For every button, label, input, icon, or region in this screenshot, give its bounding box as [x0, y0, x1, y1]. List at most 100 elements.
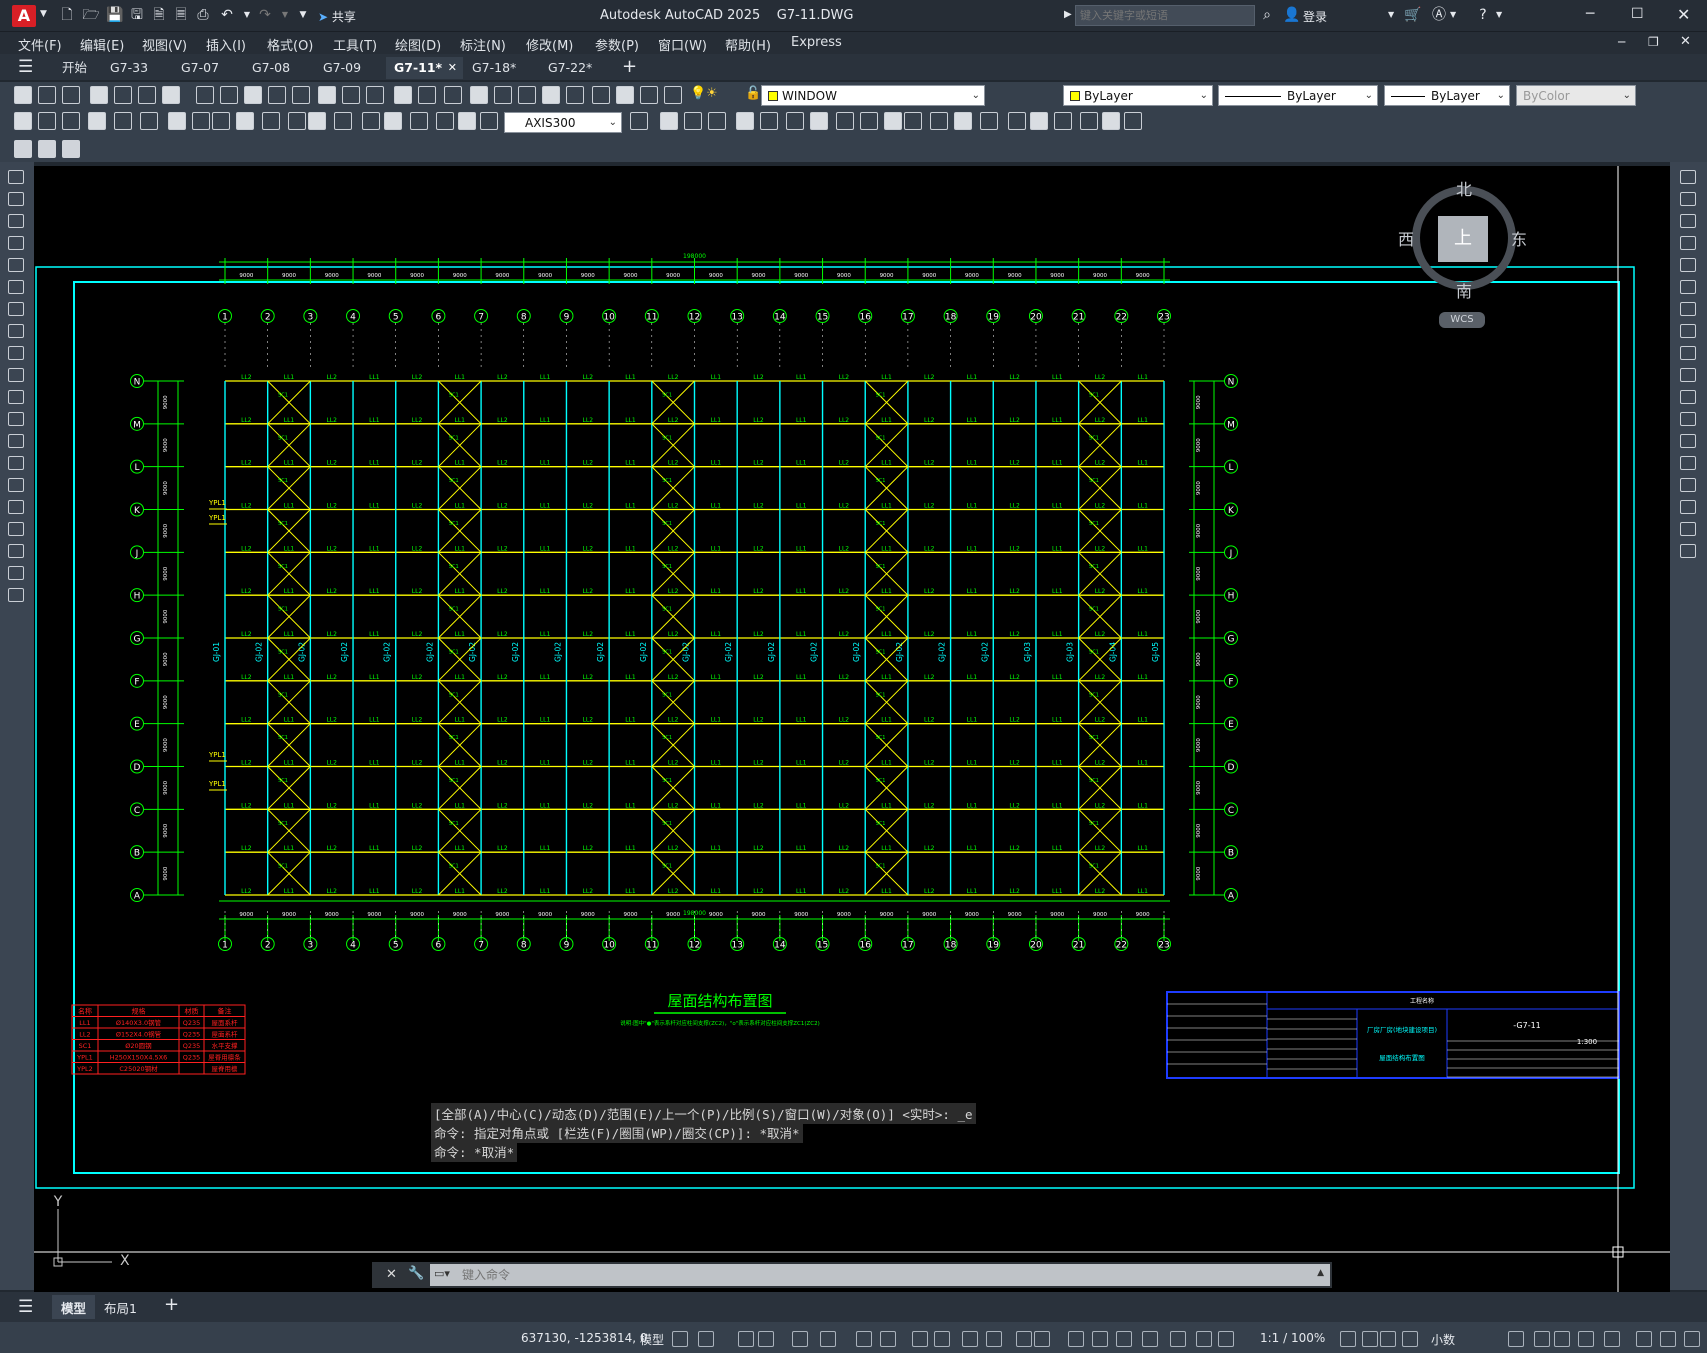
status-toggle-icon[interactable]: [1170, 1331, 1186, 1347]
draw-tool-icon[interactable]: [8, 522, 24, 536]
save-icon[interactable]: 💾: [106, 6, 124, 24]
status-toggle-icon[interactable]: [1142, 1331, 1158, 1347]
tool-icon[interactable]: [760, 112, 778, 130]
draw-tool-icon[interactable]: [8, 346, 24, 360]
draw-tool-icon[interactable]: [8, 544, 24, 558]
tool-icon[interactable]: [168, 112, 186, 130]
tool-icon[interactable]: [884, 112, 902, 130]
undo-dropdown-icon[interactable]: ▼: [238, 6, 256, 24]
status-toggle-icon[interactable]: [1092, 1331, 1108, 1347]
tool-icon[interactable]: [62, 86, 80, 104]
layer-lightbulb-icon[interactable]: 💡: [690, 86, 706, 101]
tool-icon[interactable]: [288, 112, 306, 130]
status-toggle-icon[interactable]: [1660, 1331, 1676, 1347]
express-tool-icon[interactable]: [38, 140, 56, 158]
tool-icon[interactable]: [860, 112, 878, 130]
tool-icon[interactable]: [262, 112, 280, 130]
tool-icon[interactable]: [1054, 112, 1072, 130]
tab-close-icon[interactable]: ✕: [448, 57, 457, 79]
tab-g7-33[interactable]: G7-33: [102, 57, 156, 79]
status-toggle-icon[interactable]: [1402, 1331, 1418, 1347]
tool-icon[interactable]: [394, 86, 412, 104]
new-tab-plus-icon[interactable]: +: [622, 56, 637, 77]
tool-icon[interactable]: [366, 86, 384, 104]
viewcube[interactable]: 上 北 南 西 东 WCS: [1398, 172, 1530, 328]
tool-icon[interactable]: [292, 86, 310, 104]
units-combo[interactable]: 小数: [1431, 1331, 1455, 1348]
tool-icon[interactable]: [930, 112, 948, 130]
status-toggle-icon[interactable]: [1508, 1331, 1524, 1347]
menu-tools[interactable]: 工具(T): [333, 35, 377, 54]
doc-restore-icon[interactable]: ❐: [1648, 35, 1659, 49]
layer-sun-icon[interactable]: ☀: [706, 86, 718, 101]
tab-g7-08[interactable]: G7-08: [244, 57, 298, 79]
tool-icon[interactable]: [114, 86, 132, 104]
tool-icon[interactable]: [542, 86, 560, 104]
status-toggle-icon[interactable]: [1196, 1331, 1212, 1347]
tab-g7-11[interactable]: G7-11* ✕: [386, 57, 463, 79]
menu-dimension[interactable]: 标注(N): [460, 35, 506, 54]
command-input-box[interactable]: ▭▾ ▲: [430, 1264, 1330, 1286]
tool-icon[interactable]: [162, 86, 180, 104]
linetype-combo[interactable]: ByLayer ⌄: [1218, 85, 1378, 106]
wcs-button[interactable]: WCS: [1439, 312, 1485, 328]
tool-icon[interactable]: [268, 86, 286, 104]
open-web-icon[interactable]: 🗎: [150, 6, 168, 24]
tool-icon[interactable]: [708, 112, 726, 130]
menu-insert[interactable]: 插入(I): [206, 35, 246, 54]
tool-icon[interactable]: [444, 86, 462, 104]
menu-format[interactable]: 格式(O): [267, 35, 313, 54]
status-toggle-icon[interactable]: [856, 1331, 872, 1347]
draw-tool-icon[interactable]: [8, 214, 24, 228]
draw-tool-icon[interactable]: [8, 236, 24, 250]
help-dropdown-icon[interactable]: ▼: [1496, 10, 1502, 19]
draw-tool-icon[interactable]: [8, 280, 24, 294]
modify-tool-icon[interactable]: [1680, 434, 1696, 448]
annotation-scale[interactable]: 1:1 / 100%: [1260, 1331, 1325, 1345]
close-icon[interactable]: ✕: [1677, 5, 1690, 24]
modify-tool-icon[interactable]: [1680, 236, 1696, 250]
search-input[interactable]: [1075, 5, 1255, 26]
menu-parametric[interactable]: 参数(P): [595, 35, 639, 54]
modify-tool-icon[interactable]: [1680, 324, 1696, 338]
tool-icon[interactable]: [836, 112, 854, 130]
autodesk-app-icon[interactable]: Ⓐ: [1430, 6, 1448, 24]
command-settings-icon[interactable]: 🔧: [408, 1266, 424, 1281]
cart-icon[interactable]: 🛒: [1404, 6, 1422, 24]
tool-icon[interactable]: [334, 112, 352, 130]
modify-tool-icon[interactable]: [1680, 192, 1696, 206]
tool-icon[interactable]: [14, 112, 32, 130]
modify-tool-icon[interactable]: [1680, 544, 1696, 558]
dimstyle-combo[interactable]: AXIS300 ⌄: [504, 112, 622, 133]
command-input[interactable]: [462, 1265, 1302, 1285]
modify-tool-icon[interactable]: [1680, 302, 1696, 316]
status-toggle-icon[interactable]: [672, 1331, 688, 1347]
share-button[interactable]: ➤ 共享: [318, 8, 356, 25]
search-expand-icon[interactable]: ▶: [1064, 9, 1072, 20]
tool-icon[interactable]: [904, 112, 922, 130]
tool-icon[interactable]: [660, 112, 678, 130]
draw-tool-icon[interactable]: [8, 500, 24, 514]
status-toggle-icon[interactable]: [880, 1331, 896, 1347]
login-dropdown-icon[interactable]: ▼: [1388, 10, 1394, 19]
express-tool-icon[interactable]: [62, 140, 80, 158]
tool-icon[interactable]: [308, 112, 326, 130]
modify-tool-icon[interactable]: [1680, 412, 1696, 426]
tool-icon[interactable]: [236, 112, 254, 130]
status-toggle-icon[interactable]: [986, 1331, 1002, 1347]
tool-icon[interactable]: [1124, 112, 1142, 130]
tool-icon[interactable]: [470, 86, 488, 104]
modify-tool-icon[interactable]: [1680, 368, 1696, 382]
modify-tool-icon[interactable]: [1680, 500, 1696, 514]
status-toggle-icon[interactable]: [1116, 1331, 1132, 1347]
status-toggle-icon[interactable]: [820, 1331, 836, 1347]
status-toggle-icon[interactable]: [1554, 1331, 1570, 1347]
command-expand-icon[interactable]: ▲: [1317, 1268, 1324, 1278]
tool-icon[interactable]: [220, 86, 238, 104]
doc-close-icon[interactable]: ✕: [1680, 34, 1691, 49]
tool-icon[interactable]: [480, 112, 498, 130]
tool-icon[interactable]: [318, 86, 336, 104]
status-toggle-icon[interactable]: [758, 1331, 774, 1347]
tool-icon[interactable]: [114, 112, 132, 130]
draw-tool-icon[interactable]: [8, 170, 24, 184]
